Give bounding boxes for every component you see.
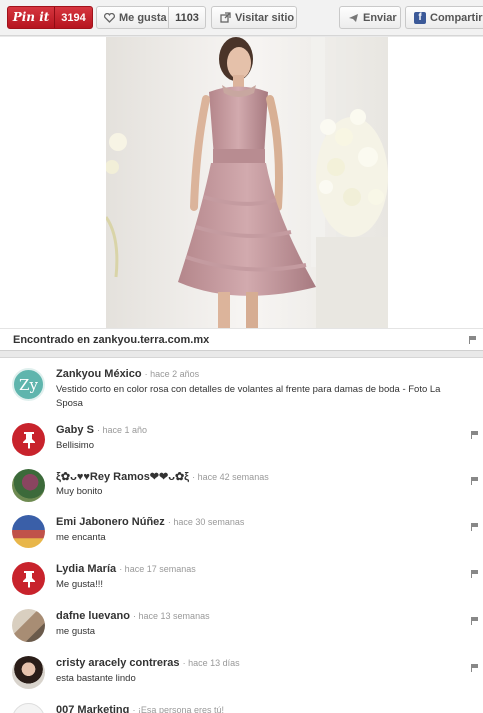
external-link-icon xyxy=(220,12,231,23)
author-name[interactable]: Emi Jabonero Núñez xyxy=(56,516,165,528)
user-avatar[interactable] xyxy=(12,609,45,642)
comment-text: me encanta xyxy=(56,532,106,543)
like-button[interactable]: Me gusta 1103 xyxy=(96,6,206,29)
flag-icon[interactable] xyxy=(471,431,479,439)
zankyou-avatar[interactable]: Zy xyxy=(12,368,45,401)
author-name[interactable]: ξ✿ᴗ♥♥Rey Ramos❤❤ᴗ✿ξ xyxy=(56,471,189,483)
comment-time: · hace 13 semanas xyxy=(133,611,210,621)
comment-time: · hace 1 año xyxy=(96,425,148,435)
user-avatar[interactable] xyxy=(12,515,45,548)
pin-count: 3194 xyxy=(61,11,86,24)
comment-time: · hace 42 semanas xyxy=(192,472,269,482)
default-pin-avatar[interactable] xyxy=(12,562,45,595)
comment-author[interactable]: ξ✿ᴗ♥♥Rey Ramos❤❤ᴗ✿ξ · hace 42 semanas xyxy=(56,470,269,483)
comment-author[interactable]: Lydia María · hace 17 semanas xyxy=(56,563,196,575)
user-avatar[interactable] xyxy=(12,469,45,502)
pin-image-area xyxy=(0,37,483,328)
author-name[interactable]: Gaby S xyxy=(56,424,94,436)
comment-text: Me gusta!!! xyxy=(56,579,103,590)
like-count: 1103 xyxy=(175,11,199,24)
author-name[interactable]: Lydia María xyxy=(56,563,116,575)
comment-author[interactable]: 007 Marketing · ¡Esa persona eres tú! xyxy=(56,704,224,713)
flag-icon[interactable] xyxy=(469,336,477,344)
share-label: Compartir xyxy=(430,11,483,24)
flag-icon[interactable] xyxy=(471,570,479,578)
pin-it-label: Pin it xyxy=(8,7,55,28)
flag-icon[interactable] xyxy=(471,523,479,531)
flag-icon[interactable] xyxy=(471,617,479,625)
comment-time: · hace 17 semanas xyxy=(119,564,196,574)
pin-it-button[interactable]: Pin it 3194 xyxy=(7,6,93,29)
send-label: Enviar xyxy=(363,11,397,24)
comment-author[interactable]: Gaby S · hace 1 año xyxy=(56,424,147,436)
visit-site-label: Visitar sitio xyxy=(235,11,295,24)
comment-time: · hace 13 días xyxy=(182,658,240,668)
send-icon xyxy=(349,13,358,22)
like-label: Me gusta xyxy=(119,11,167,24)
comment-time: · hace 2 años xyxy=(144,369,200,379)
comment-text: Muy bonito xyxy=(56,486,103,497)
pin-image[interactable] xyxy=(106,37,388,328)
facebook-icon: f xyxy=(414,11,426,24)
comment-time: · ¡Esa persona eres tú! xyxy=(132,705,224,713)
social-toolbar: Pin it 3194 Me gusta 1103 Visitar sitio … xyxy=(0,0,483,36)
default-pin-avatar[interactable] xyxy=(12,423,45,456)
author-name[interactable]: Zankyou México xyxy=(56,368,142,380)
comment-time: · hace 30 semanas xyxy=(167,517,245,527)
user-avatar[interactable] xyxy=(12,656,45,689)
user-avatar[interactable] xyxy=(12,703,45,713)
source-link[interactable]: Encontrado en zankyou.terra.com.mx xyxy=(13,334,209,346)
comment-author[interactable]: Emi Jabonero Núñez · hace 30 semanas xyxy=(56,516,244,528)
share-button[interactable]: f Compartir xyxy=(405,6,483,29)
comment-author[interactable]: dafne luevano · hace 13 semanas xyxy=(56,610,210,622)
comment-text: Bellisimo xyxy=(56,440,95,451)
comment-author[interactable]: cristy aracely contreras · hace 13 días xyxy=(56,657,240,669)
comment-text: me gusta xyxy=(56,626,96,637)
comment-text: Vestido corto en color rosa con detalles… xyxy=(56,384,441,409)
pushpin-icon xyxy=(22,431,35,449)
comment-list: Zy Zankyou México · hace 2 años Vestido … xyxy=(0,357,483,713)
author-name[interactable]: 007 Marketing xyxy=(56,704,129,713)
comment-author[interactable]: Zankyou México · hace 2 años xyxy=(56,368,199,380)
pushpin-icon xyxy=(22,570,35,588)
flag-icon[interactable] xyxy=(471,477,479,485)
flag-icon[interactable] xyxy=(471,664,479,672)
heart-icon xyxy=(104,12,115,23)
author-name[interactable]: cristy aracely contreras xyxy=(56,657,180,669)
comment-text: esta bastante lindo xyxy=(56,673,136,684)
send-button[interactable]: Enviar xyxy=(339,6,401,29)
dress-photo xyxy=(106,37,388,328)
author-name[interactable]: dafne luevano xyxy=(56,610,130,622)
visit-site-button[interactable]: Visitar sitio xyxy=(211,6,297,29)
source-bar: Encontrado en zankyou.terra.com.mx xyxy=(0,328,483,351)
